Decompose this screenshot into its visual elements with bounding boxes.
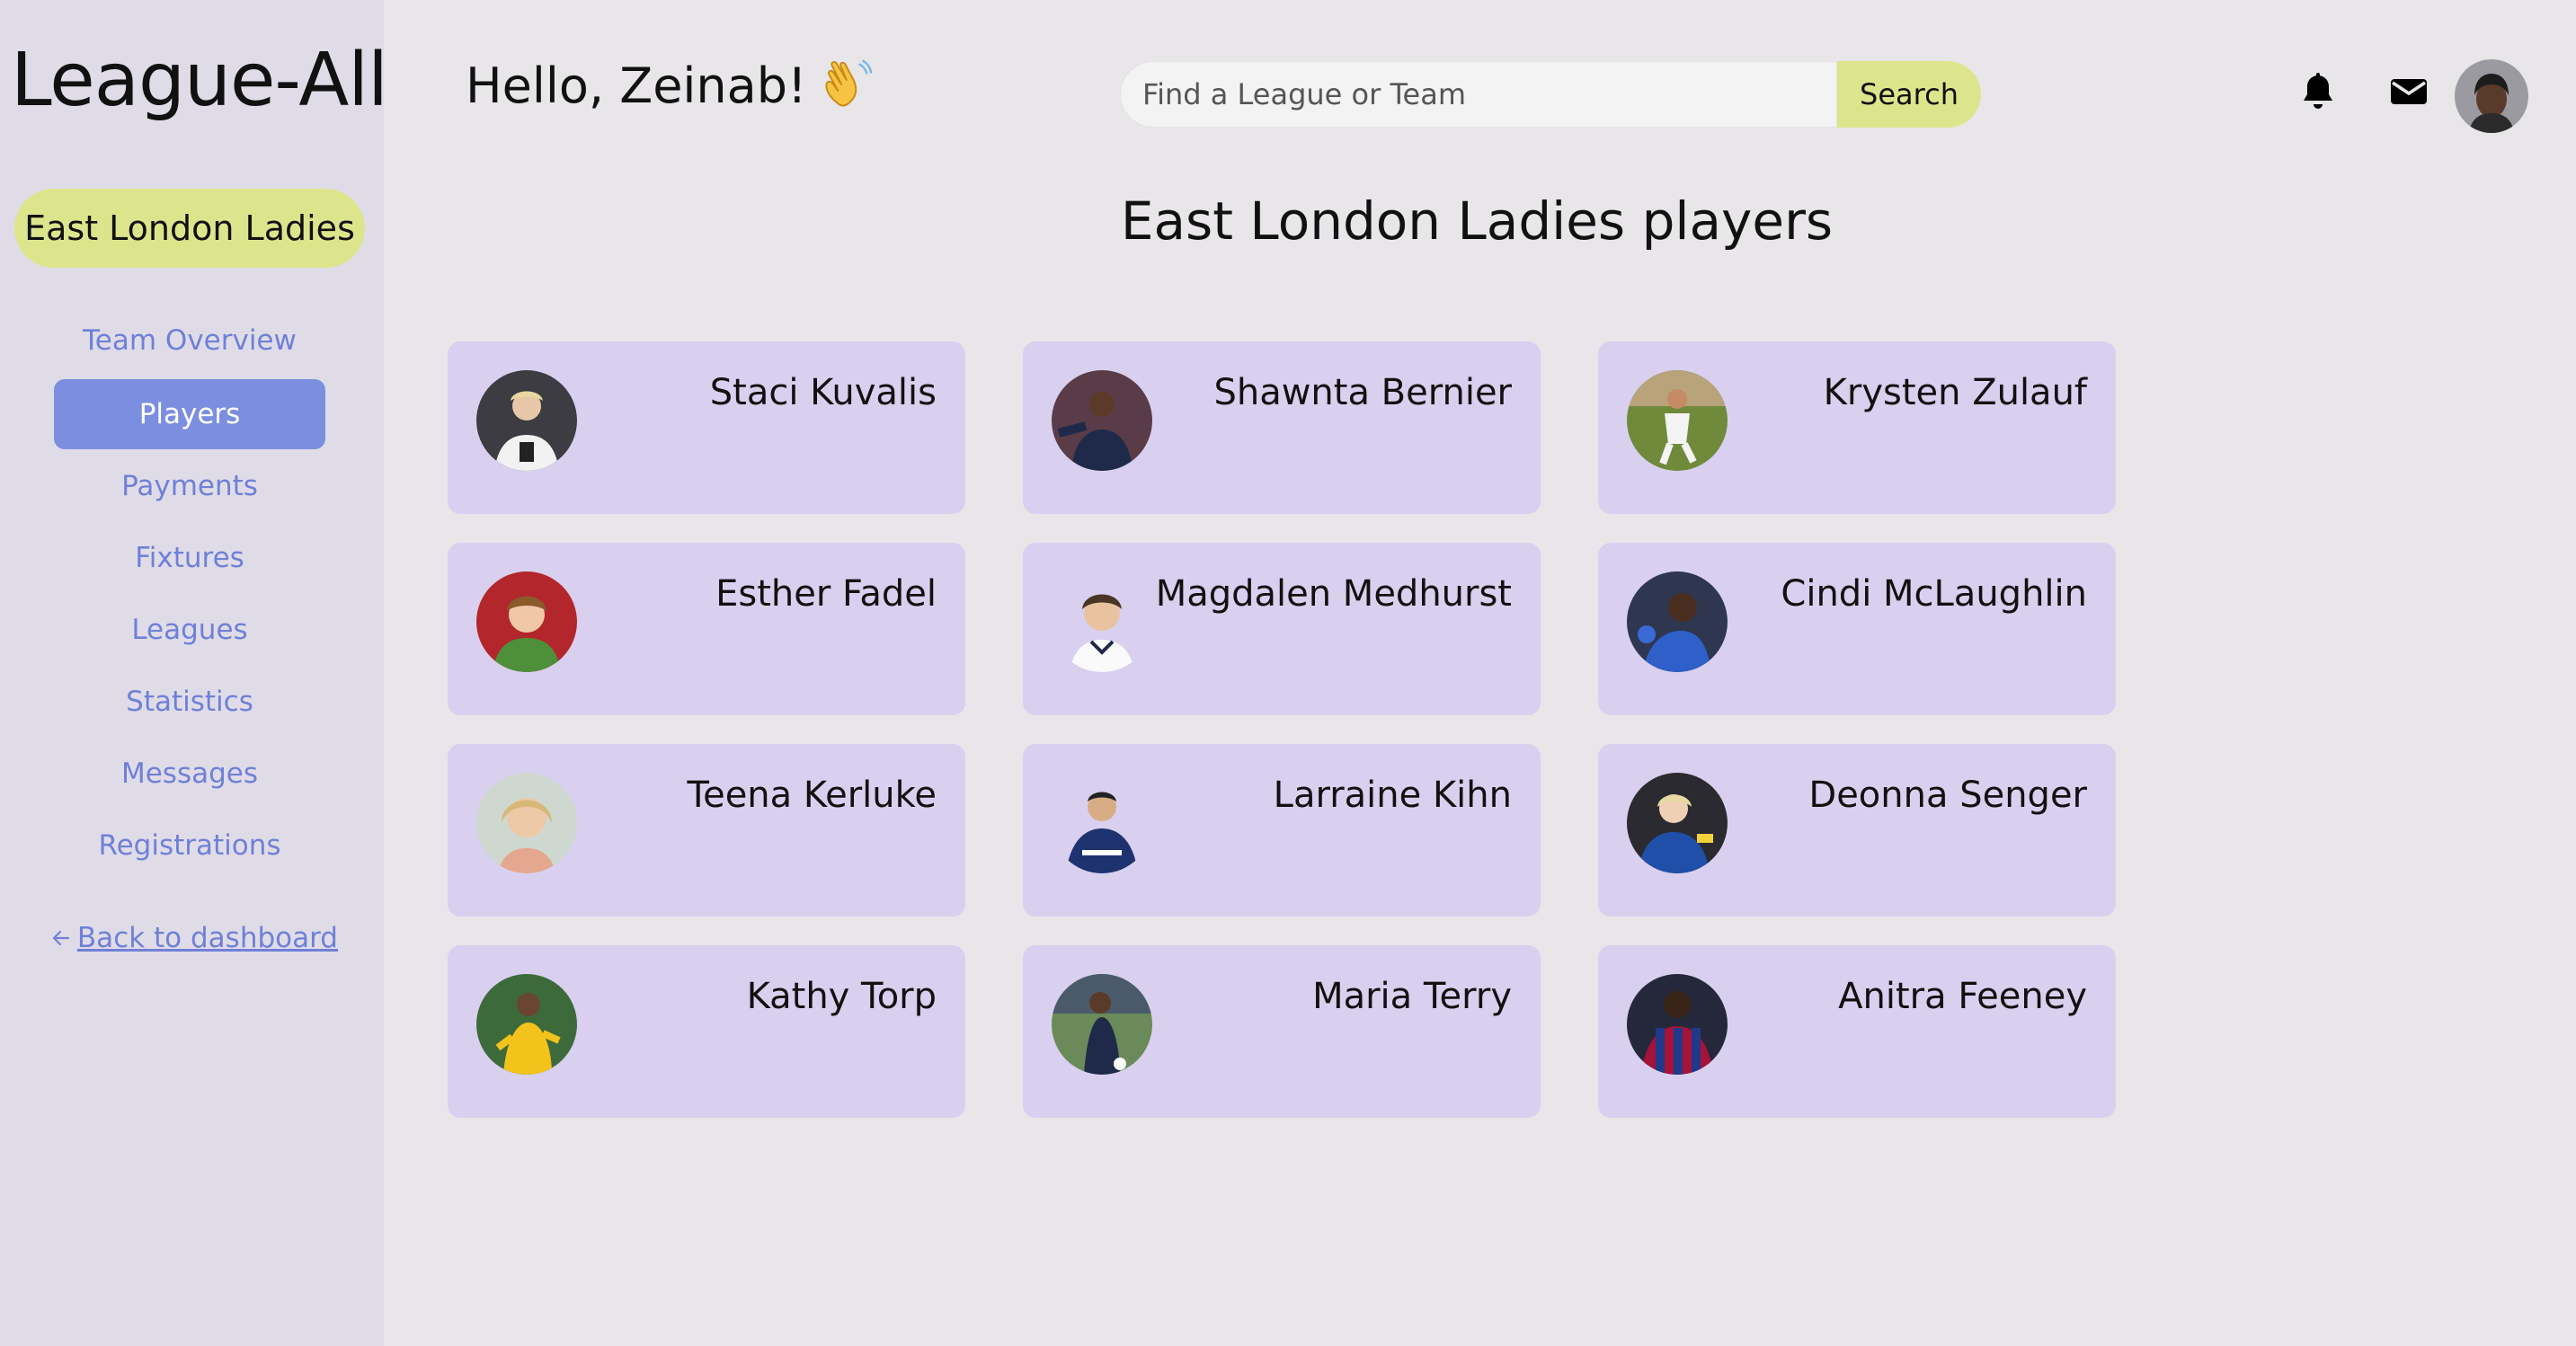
search-input[interactable] bbox=[1120, 61, 1837, 128]
user-avatar[interactable] bbox=[2455, 59, 2528, 133]
player-name: Staci Kuvalis bbox=[709, 372, 937, 413]
search-button[interactable]: Search bbox=[1837, 61, 1981, 128]
player-name: Larraine Kihn bbox=[1273, 775, 1512, 816]
player-photo bbox=[1052, 571, 1152, 672]
player-name: Deonna Senger bbox=[1808, 775, 2087, 816]
player-card[interactable]: Maria Terry bbox=[1023, 945, 1541, 1118]
player-card[interactable]: Anitra Feeney bbox=[1598, 945, 2116, 1118]
bell-icon[interactable] bbox=[2296, 70, 2340, 113]
sidebar-item-messages[interactable]: Messages bbox=[54, 739, 325, 809]
player-name: Kathy Torp bbox=[746, 976, 937, 1017]
player-card[interactable]: Deonna Senger bbox=[1598, 744, 2116, 917]
sidebar: League-All East London Ladies Team Overv… bbox=[0, 0, 388, 1346]
sidebar-item-registrations[interactable]: Registrations bbox=[54, 810, 325, 881]
player-photo bbox=[1627, 773, 1728, 873]
player-card[interactable]: Kathy Torp bbox=[448, 945, 965, 1118]
player-card[interactable]: Shawnta Bernier bbox=[1023, 341, 1541, 514]
player-photo bbox=[476, 571, 577, 672]
player-card[interactable]: Krysten Zulauf bbox=[1598, 341, 2116, 514]
player-photo bbox=[1052, 773, 1152, 873]
team-name-pill[interactable]: East London Ladies bbox=[14, 189, 365, 268]
player-name: Esther Fadel bbox=[715, 573, 937, 615]
sidebar-item-payments[interactable]: Payments bbox=[54, 451, 325, 521]
app-logo[interactable]: League-All bbox=[11, 38, 388, 123]
greeting: Hello, Zeinab! bbox=[466, 54, 874, 117]
sidebar-item-players[interactable]: Players bbox=[54, 379, 325, 449]
player-photo bbox=[1052, 370, 1152, 471]
player-name: Magdalen Medhurst bbox=[1155, 573, 1512, 615]
player-name: Teena Kerluke bbox=[687, 775, 937, 816]
player-photo bbox=[476, 974, 577, 1075]
page-title: East London Ladies players bbox=[1120, 190, 1834, 252]
player-card[interactable]: Magdalen Medhurst bbox=[1023, 543, 1541, 715]
player-name: Maria Terry bbox=[1312, 976, 1512, 1017]
sidebar-item-fixtures[interactable]: Fixtures bbox=[54, 523, 325, 593]
player-card[interactable]: Teena Kerluke bbox=[448, 744, 965, 917]
sidebar-item-team-overview[interactable]: Team Overview bbox=[54, 306, 325, 376]
player-photo bbox=[1627, 370, 1728, 471]
back-link-label: Back to dashboard bbox=[76, 922, 338, 954]
envelope-icon[interactable] bbox=[2387, 70, 2430, 113]
player-photo bbox=[476, 773, 577, 873]
player-name: Cindi McLaughlin bbox=[1781, 573, 2087, 615]
sidebar-item-statistics[interactable]: Statistics bbox=[54, 667, 325, 737]
waving-hand-icon bbox=[825, 59, 872, 107]
sidebar-item-leagues[interactable]: Leagues bbox=[54, 595, 325, 665]
app-root: League-All East London Ladies Team Overv… bbox=[0, 0, 2576, 1346]
greeting-text: Hello, Zeinab! bbox=[466, 57, 807, 114]
player-card[interactable]: Staci Kuvalis bbox=[448, 341, 965, 514]
player-photo bbox=[1627, 974, 1728, 1075]
player-card[interactable]: Esther Fadel bbox=[448, 543, 965, 715]
back-to-dashboard-link[interactable]: Back to dashboard bbox=[50, 917, 338, 960]
player-card[interactable]: Cindi McLaughlin bbox=[1598, 543, 2116, 715]
player-card[interactable]: Larraine Kihn bbox=[1023, 744, 1541, 917]
player-photo bbox=[1052, 974, 1152, 1075]
player-photo bbox=[1627, 571, 1728, 672]
player-name: Shawnta Bernier bbox=[1213, 372, 1512, 413]
player-name: Krysten Zulauf bbox=[1823, 372, 2087, 413]
player-name: Anitra Feeney bbox=[1838, 976, 2087, 1017]
player-photo bbox=[476, 370, 577, 471]
search-bar: Search bbox=[1120, 61, 1983, 128]
arrow-left-icon bbox=[52, 930, 70, 946]
